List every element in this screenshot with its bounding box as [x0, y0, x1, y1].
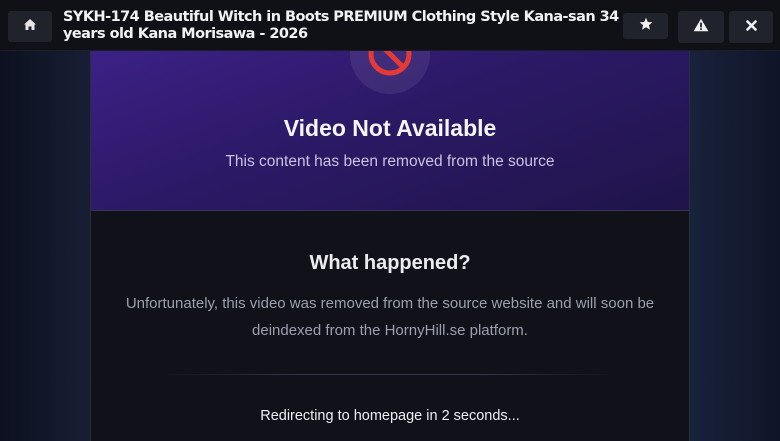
details-section: What happened? Unfortunately, this video… [91, 211, 689, 441]
notice-title: Video Not Available [283, 115, 497, 141]
home-icon [23, 18, 37, 36]
home-button[interactable] [8, 11, 52, 42]
notice-subtitle: This content has been removed from the s… [225, 153, 555, 170]
notice-header: Video Not Available This content has bee… [91, 51, 689, 211]
redirect-message: Redirecting to homepage in 2 seconds... [260, 408, 520, 424]
divider [161, 374, 619, 375]
close-icon [745, 18, 757, 36]
unavailable-card: Video Not Available This content has bee… [90, 51, 690, 441]
favorite-button[interactable] [623, 13, 668, 39]
report-button[interactable] [678, 11, 724, 43]
warning-icon [693, 18, 709, 37]
star-icon [639, 17, 653, 36]
details-body: Unfortunately, this video was removed fr… [125, 295, 655, 339]
details-heading: What happened? [309, 252, 471, 274]
top-bar: SYKH-174 Beautiful Witch in Boots PREMIU… [0, 0, 780, 51]
video-title: SYKH-174 Beautiful Witch in Boots PREMIU… [63, 9, 619, 42]
close-button[interactable] [729, 11, 773, 43]
no-entry-icon [350, 51, 430, 94]
